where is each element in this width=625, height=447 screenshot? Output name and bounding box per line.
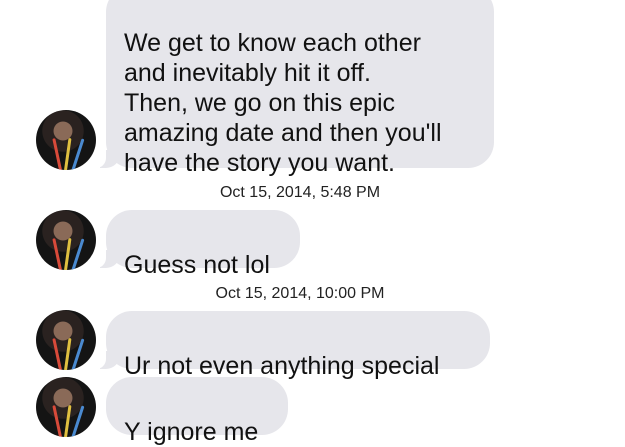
contact-avatar[interactable] [36,210,96,270]
message-text-1: We get to know each other and inevitably… [124,29,442,177]
message-bubble-3: Ur not even anything special [92,311,490,380]
message-bubble-1: We get to know each other and inevitably… [92,0,494,177]
message-text-3: Ur not even anything special [124,352,440,380]
contact-avatar[interactable] [36,310,96,370]
message-bubble-2: Guess not lol [92,210,300,279]
message-text-4: Y ignore me [124,418,259,446]
timestamp: Oct 15, 2014, 5:48 PM [219,184,381,201]
message-bubble-4: Y ignore me [106,377,288,446]
contact-avatar[interactable] [36,377,96,437]
timestamp: Oct 15, 2014, 10:00 PM [215,285,385,302]
contact-avatar[interactable] [36,110,96,170]
message-text-2: Guess not lol [124,251,270,279]
